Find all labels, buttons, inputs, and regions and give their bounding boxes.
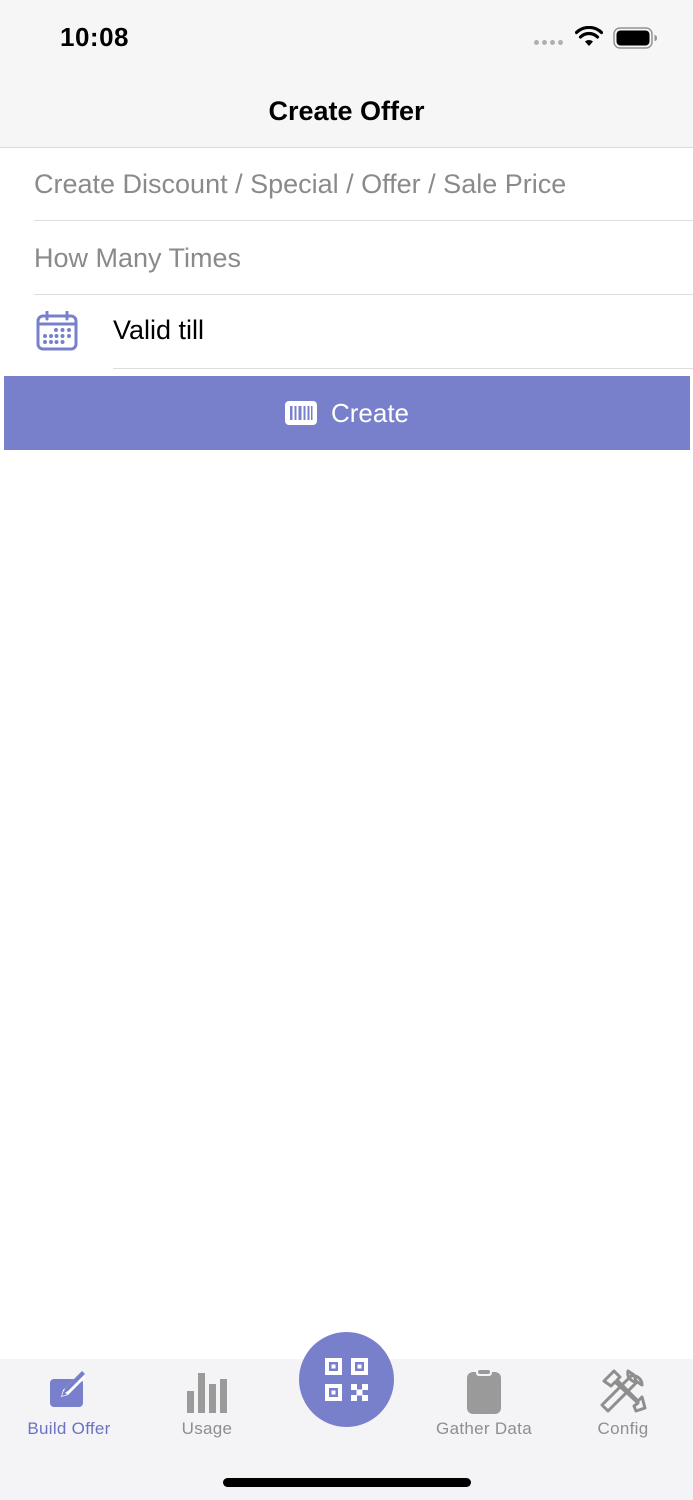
offer-input[interactable] xyxy=(34,148,693,220)
tab-build-offer[interactable]: Build Offer xyxy=(14,1359,124,1454)
times-field-row xyxy=(34,222,693,295)
edit-icon xyxy=(50,1371,86,1407)
tools-icon xyxy=(600,1369,647,1413)
create-button-label: Create xyxy=(330,397,410,428)
divider xyxy=(113,368,693,369)
tab-label: Build Offer xyxy=(27,1419,111,1438)
calendar-icon xyxy=(36,311,78,351)
page-title: Create Offer xyxy=(268,96,425,126)
wifi-icon xyxy=(575,26,603,46)
how-many-times-input[interactable] xyxy=(34,222,693,294)
offer-field-row xyxy=(34,148,693,221)
cellular-signal-icon xyxy=(534,40,563,45)
create-button[interactable]: Create xyxy=(4,376,690,450)
valid-till-label: Valid till xyxy=(113,315,205,345)
home-indicator xyxy=(223,1478,471,1487)
navigation-bar: Create Offer xyxy=(0,76,693,148)
clipboard-icon xyxy=(467,1368,501,1414)
tab-usage[interactable]: Usage xyxy=(152,1359,262,1454)
tab-label: Config xyxy=(597,1419,649,1438)
tab-gather-data[interactable]: Gather Data xyxy=(429,1359,539,1454)
status-bar: 10:08 xyxy=(0,0,693,76)
tab-config[interactable]: Config xyxy=(568,1359,678,1454)
bar-chart-icon xyxy=(187,1373,227,1413)
battery-icon xyxy=(613,27,657,49)
qr-code-icon xyxy=(325,1358,368,1401)
barcode-icon xyxy=(284,401,317,425)
tab-label: Gather Data xyxy=(436,1419,532,1438)
status-time: 10:08 xyxy=(60,22,129,52)
qr-scan-button[interactable] xyxy=(299,1332,394,1427)
valid-till-row[interactable]: Valid till xyxy=(0,296,693,369)
tab-label: Usage xyxy=(181,1419,233,1438)
